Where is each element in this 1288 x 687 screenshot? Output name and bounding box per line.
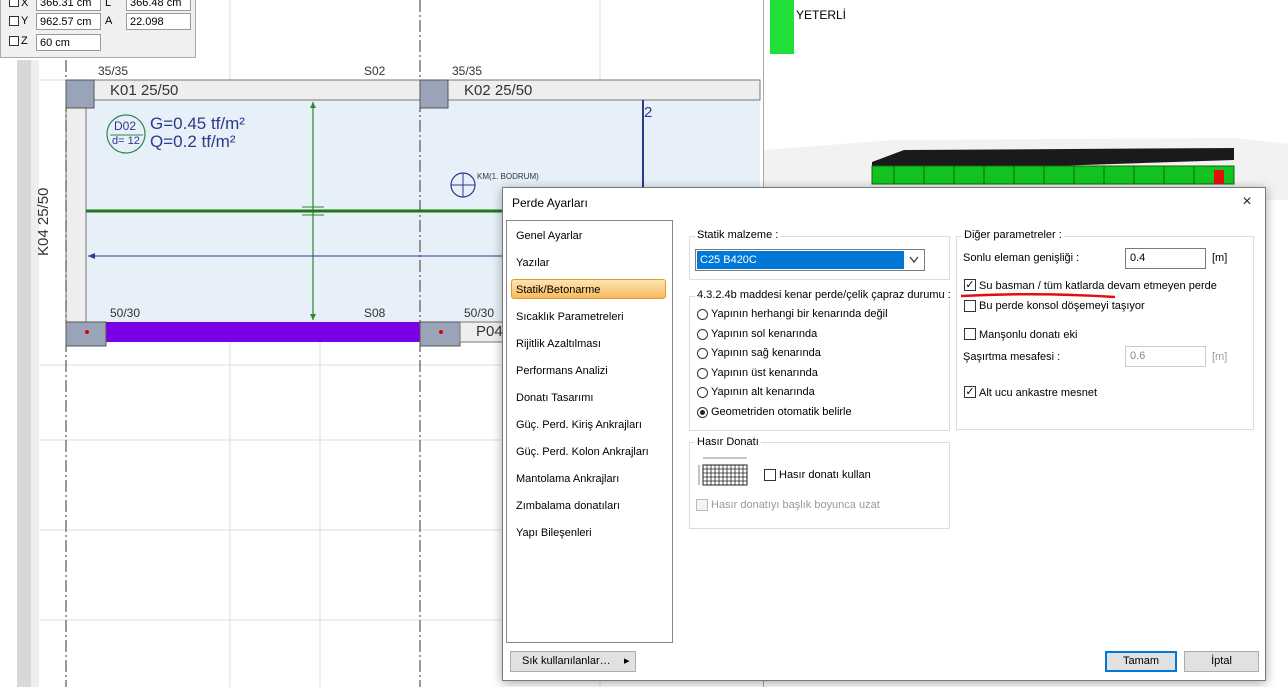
fe-width-input[interactable]: 0.4	[1125, 248, 1206, 269]
z-field[interactable]: 60 cm	[36, 34, 101, 51]
wall-label: P04	[476, 323, 503, 340]
y-lock-checkbox[interactable]	[9, 16, 19, 26]
static-material-value: C25 B420C	[697, 251, 904, 269]
radio-edge-none[interactable]	[697, 309, 708, 320]
vertical-scroll-strip	[17, 60, 31, 687]
cantilever-label: Bu perde konsol döşemeyi taşıyor	[979, 300, 1145, 312]
column-label: S02	[364, 64, 386, 78]
dimension-label: 2	[644, 104, 653, 121]
stagger-input[interactable]: 0.6	[1125, 346, 1206, 367]
nav-item-punching[interactable]: Zımbalama donatıları	[516, 496, 620, 516]
a-label: A	[105, 15, 113, 27]
chevron-down-icon	[909, 256, 919, 263]
nav-item-temperature[interactable]: Sıcaklık Parametreleri	[516, 307, 624, 327]
status-text: YETERLİ	[796, 8, 847, 22]
radio-edge-bottom[interactable]	[697, 387, 708, 398]
nav-item-building-components[interactable]: Yapı Bileşenleri	[516, 523, 592, 543]
radio-edge-auto[interactable]	[697, 407, 708, 418]
y-label: Y	[21, 15, 29, 27]
slab-id: D02	[114, 119, 137, 133]
radio-edge-left-label: Yapının sol kenarında	[711, 328, 818, 340]
a-field[interactable]: 22.098	[126, 13, 191, 30]
beam-label: K02 25/50	[464, 82, 533, 99]
wet-wall-label: Su basman / tüm katlarda devam etmeyen p…	[979, 280, 1217, 292]
column-label: 35/35	[452, 64, 483, 78]
favorites-button[interactable]: Sık kullanılanlar… ▸	[510, 651, 636, 672]
radio-edge-none-label: Yapının herhangi bir kenarında değil	[711, 308, 888, 320]
radio-edge-right-label: Yapının sağ kenarında	[711, 347, 821, 359]
favorites-label: Sık kullanılanlar…	[522, 655, 611, 667]
z-lock-checkbox[interactable]	[9, 36, 19, 46]
sleeve-splice-checkbox[interactable]	[964, 328, 976, 340]
fixed-base-label: Alt ucu ankastre mesnet	[979, 387, 1098, 399]
radio-edge-top-label: Yapının üst kenarında	[711, 367, 818, 379]
mesh-extend-label: Hasır donatıyı başlık boyunca uzat	[711, 499, 880, 511]
radio-edge-bottom-label: Yapının alt kenarında	[711, 386, 815, 398]
x-lock-checkbox[interactable]	[9, 0, 19, 7]
wet-wall-checkbox[interactable]: ✓	[964, 279, 976, 291]
nav-item-reinforcement[interactable]: Donatı Tasarımı	[516, 388, 593, 408]
red-underline-annotation	[960, 292, 1116, 299]
wall-purple	[106, 322, 420, 342]
slab-dead-load: G=0.45 tf/m²	[150, 114, 245, 133]
column-s01	[65, 79, 95, 109]
beam-k04	[65, 79, 87, 323]
column-label: 50/30	[464, 306, 495, 320]
l-label: L	[105, 0, 112, 9]
mesh-group-label: Hasır Donatı	[695, 436, 761, 448]
y-field[interactable]: 962.57 cm	[36, 13, 101, 30]
radio-edge-left[interactable]	[697, 329, 708, 340]
x-label: X	[21, 0, 29, 9]
chevron-right-icon: ▸	[624, 655, 630, 667]
radio-edge-right[interactable]	[697, 348, 708, 359]
nav-item-general[interactable]: Genel Ayarlar	[516, 226, 582, 246]
mesh-extend-checkbox[interactable]	[696, 499, 708, 511]
sleeve-splice-label: Manşonlu donatı eki	[979, 329, 1078, 341]
km-label: KM(1. BODRUM)	[477, 172, 539, 181]
settings-nav-list: Genel Ayarlar Yazılar Statik/Betonarme S…	[506, 220, 673, 643]
nav-item-texts[interactable]: Yazılar	[516, 253, 549, 273]
nav-item-stiffness[interactable]: Rijitlik Azaltılması	[516, 334, 601, 354]
stagger-label: Şaşırtma mesafesi :	[963, 351, 1061, 363]
beam-label: K01 25/50	[110, 82, 179, 99]
mesh-use-label: Hasır donatı kullan	[779, 469, 871, 481]
slab-thickness: d= 12	[112, 135, 140, 147]
x-field[interactable]: 366.31 cm	[36, 0, 101, 11]
wall-settings-dialog: Perde Ayarları × Genel Ayarlar Yazılar S…	[502, 187, 1266, 681]
mesh-use-checkbox[interactable]	[764, 469, 776, 481]
nav-item-performance[interactable]: Performans Analizi	[516, 361, 608, 381]
fe-width-label: Sonlu eleman genişliği :	[963, 252, 1080, 264]
static-material-select[interactable]: C25 B420C	[695, 249, 925, 271]
radio-edge-top[interactable]	[697, 368, 708, 379]
dialog-title: Perde Ayarları	[512, 196, 588, 210]
cancel-button[interactable]: İptal	[1184, 651, 1259, 672]
static-material-label: Statik malzeme :	[695, 229, 781, 241]
ok-button[interactable]: Tamam	[1105, 651, 1177, 672]
nav-item-beam-anchor[interactable]: Güç. Perd. Kiriş Ankrajları	[516, 415, 642, 435]
nav-item-static-concrete[interactable]: Statik/Betonarme	[516, 280, 600, 300]
column-s07	[65, 321, 107, 347]
slab-live-load: Q=0.2 tf/m²	[150, 132, 236, 151]
status-bar-indicator	[770, 0, 794, 54]
fixed-base-checkbox[interactable]: ✓	[964, 386, 976, 398]
column-s02	[419, 79, 449, 109]
nav-item-column-anchor[interactable]: Güç. Perd. Kolon Ankrajları	[516, 442, 649, 462]
radio-edge-auto-label: Geometriden otomatik belirle	[711, 406, 852, 418]
coordinate-panel: X 366.31 cm L 366.48 cm Y 962.57 cm A 22…	[0, 0, 196, 58]
l-field[interactable]: 366.48 cm	[126, 0, 191, 11]
nav-item-jacketing-anchor[interactable]: Mantolama Ankrajları	[516, 469, 619, 489]
other-params-label: Diğer parametreler :	[962, 229, 1064, 241]
stagger-unit: [m]	[1212, 351, 1228, 363]
fe-width-unit: [m]	[1212, 252, 1228, 264]
cantilever-checkbox[interactable]	[964, 300, 976, 312]
column-label: S08	[364, 306, 386, 320]
beam-label: K04 25/50	[35, 187, 52, 256]
edge-condition-label: 4.3.2.4b maddesi kenar perde/çelik çapra…	[695, 289, 953, 301]
column-label: 50/30	[110, 306, 141, 320]
column-label: 35/35	[98, 64, 129, 78]
close-icon[interactable]: ×	[1237, 192, 1257, 212]
z-label: Z	[21, 35, 28, 47]
mesh-icon	[698, 457, 748, 486]
column-s08	[419, 321, 461, 347]
